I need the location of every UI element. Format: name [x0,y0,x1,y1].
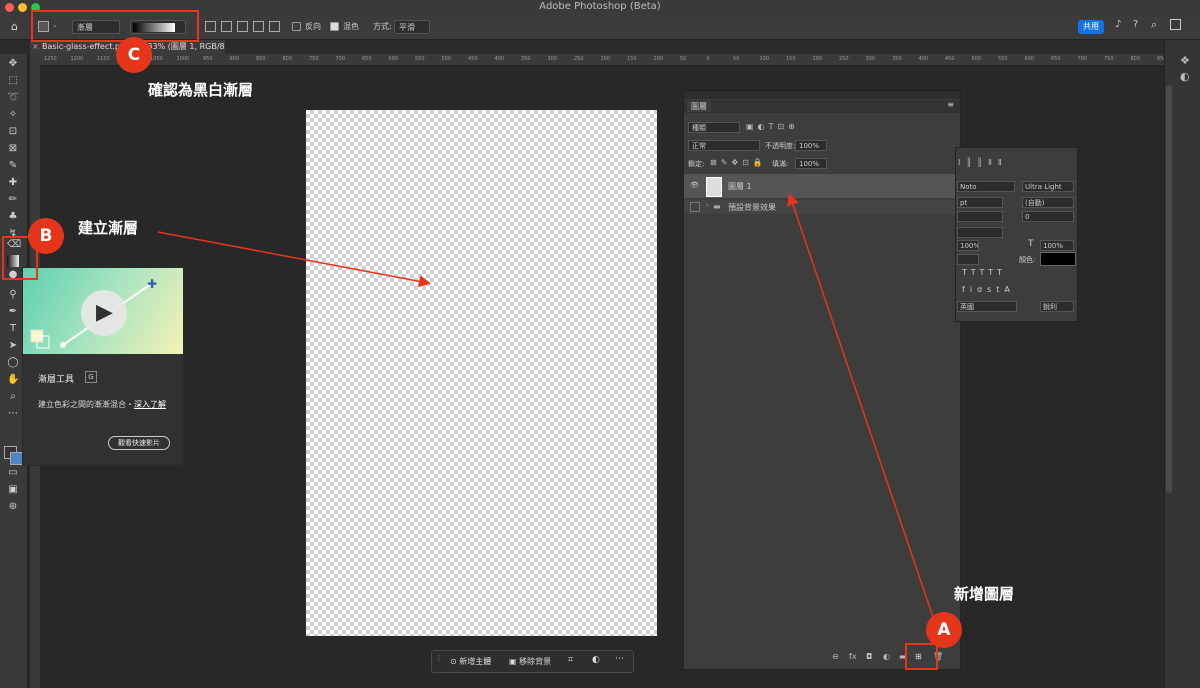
annotation-badge-b: B [28,218,64,254]
annotation-badge-c: C [116,37,152,73]
annotation-text-c: 確認為黑白漸層 [148,81,254,99]
annotation-text-a: 新增圖層 [954,585,1015,603]
arrow-b [157,231,431,288]
annotation-badge-a: A [926,612,962,648]
annotation-arrows [157,193,936,624]
annotation-text-b: 建立漸層 [78,219,139,237]
highlight-new-layer [905,643,938,670]
arrow-a [787,193,936,624]
highlight-options-bar [31,10,199,42]
